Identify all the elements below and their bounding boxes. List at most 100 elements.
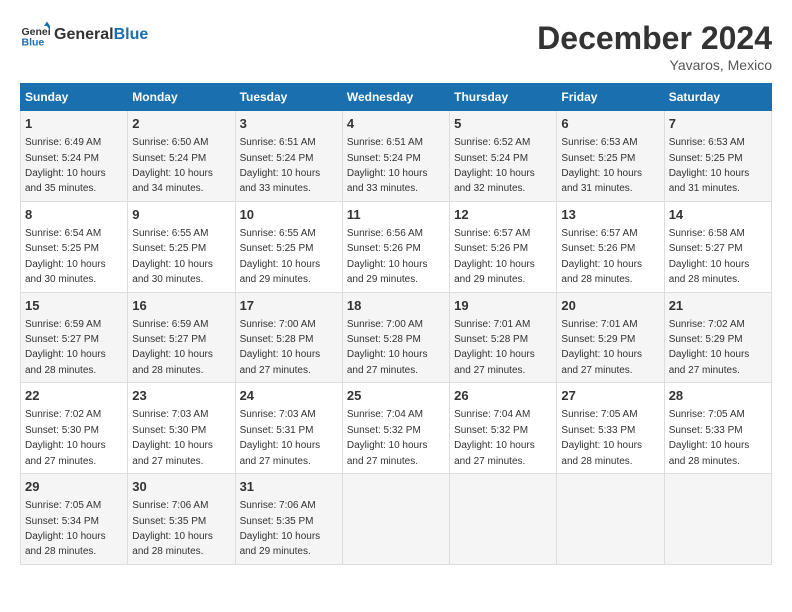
- day-cell: 13 Sunrise: 6:57 AMSunset: 5:26 PMDaylig…: [557, 201, 664, 292]
- day-cell: 23 Sunrise: 7:03 AMSunset: 5:30 PMDaylig…: [128, 383, 235, 474]
- day-info: Sunrise: 6:50 AMSunset: 5:24 PMDaylight:…: [132, 137, 213, 194]
- day-cell: 19 Sunrise: 7:01 AMSunset: 5:28 PMDaylig…: [450, 292, 557, 383]
- day-cell: 22 Sunrise: 7:02 AMSunset: 5:30 PMDaylig…: [21, 383, 128, 474]
- day-info: Sunrise: 7:03 AMSunset: 5:30 PMDaylight:…: [132, 409, 213, 466]
- day-cell: [664, 474, 771, 565]
- day-number: 30: [132, 478, 230, 496]
- week-row-5: 29 Sunrise: 7:05 AMSunset: 5:34 PMDaylig…: [21, 474, 772, 565]
- day-cell: 24 Sunrise: 7:03 AMSunset: 5:31 PMDaylig…: [235, 383, 342, 474]
- day-cell: [557, 474, 664, 565]
- svg-text:Blue: Blue: [22, 37, 45, 49]
- day-info: Sunrise: 6:55 AMSunset: 5:25 PMDaylight:…: [240, 228, 321, 285]
- day-number: 26: [454, 387, 552, 405]
- logo: General Blue GeneralBlue: [20, 20, 148, 50]
- day-number: 14: [669, 206, 767, 224]
- week-row-3: 15 Sunrise: 6:59 AMSunset: 5:27 PMDaylig…: [21, 292, 772, 383]
- day-cell: 17 Sunrise: 7:00 AMSunset: 5:28 PMDaylig…: [235, 292, 342, 383]
- day-cell: 1 Sunrise: 6:49 AMSunset: 5:24 PMDayligh…: [21, 111, 128, 202]
- day-info: Sunrise: 7:04 AMSunset: 5:32 PMDaylight:…: [454, 409, 535, 466]
- day-cell: 20 Sunrise: 7:01 AMSunset: 5:29 PMDaylig…: [557, 292, 664, 383]
- day-cell: [342, 474, 449, 565]
- day-info: Sunrise: 7:05 AMSunset: 5:33 PMDaylight:…: [669, 409, 750, 466]
- header-monday: Monday: [128, 84, 235, 111]
- day-info: Sunrise: 7:05 AMSunset: 5:34 PMDaylight:…: [25, 500, 106, 557]
- day-number: 16: [132, 297, 230, 315]
- header-tuesday: Tuesday: [235, 84, 342, 111]
- header-saturday: Saturday: [664, 84, 771, 111]
- day-cell: 3 Sunrise: 6:51 AMSunset: 5:24 PMDayligh…: [235, 111, 342, 202]
- week-row-4: 22 Sunrise: 7:02 AMSunset: 5:30 PMDaylig…: [21, 383, 772, 474]
- day-number: 7: [669, 115, 767, 133]
- week-row-1: 1 Sunrise: 6:49 AMSunset: 5:24 PMDayligh…: [21, 111, 772, 202]
- day-cell: 9 Sunrise: 6:55 AMSunset: 5:25 PMDayligh…: [128, 201, 235, 292]
- day-cell: 14 Sunrise: 6:58 AMSunset: 5:27 PMDaylig…: [664, 201, 771, 292]
- day-info: Sunrise: 6:53 AMSunset: 5:25 PMDaylight:…: [669, 137, 750, 194]
- day-cell: 25 Sunrise: 7:04 AMSunset: 5:32 PMDaylig…: [342, 383, 449, 474]
- day-number: 1: [25, 115, 123, 133]
- header-sunday: Sunday: [21, 84, 128, 111]
- day-info: Sunrise: 7:01 AMSunset: 5:29 PMDaylight:…: [561, 319, 642, 376]
- day-cell: 5 Sunrise: 6:52 AMSunset: 5:24 PMDayligh…: [450, 111, 557, 202]
- day-cell: 18 Sunrise: 7:00 AMSunset: 5:28 PMDaylig…: [342, 292, 449, 383]
- day-info: Sunrise: 6:57 AMSunset: 5:26 PMDaylight:…: [454, 228, 535, 285]
- day-info: Sunrise: 6:51 AMSunset: 5:24 PMDaylight:…: [240, 137, 321, 194]
- day-number: 10: [240, 206, 338, 224]
- day-cell: 11 Sunrise: 6:56 AMSunset: 5:26 PMDaylig…: [342, 201, 449, 292]
- day-info: Sunrise: 7:06 AMSunset: 5:35 PMDaylight:…: [132, 500, 213, 557]
- day-number: 2: [132, 115, 230, 133]
- day-number: 27: [561, 387, 659, 405]
- day-number: 23: [132, 387, 230, 405]
- day-info: Sunrise: 7:02 AMSunset: 5:29 PMDaylight:…: [669, 319, 750, 376]
- day-cell: 31 Sunrise: 7:06 AMSunset: 5:35 PMDaylig…: [235, 474, 342, 565]
- day-info: Sunrise: 7:06 AMSunset: 5:35 PMDaylight:…: [240, 500, 321, 557]
- day-number: 22: [25, 387, 123, 405]
- day-cell: 8 Sunrise: 6:54 AMSunset: 5:25 PMDayligh…: [21, 201, 128, 292]
- day-number: 11: [347, 206, 445, 224]
- day-number: 20: [561, 297, 659, 315]
- day-cell: 2 Sunrise: 6:50 AMSunset: 5:24 PMDayligh…: [128, 111, 235, 202]
- day-info: Sunrise: 6:57 AMSunset: 5:26 PMDaylight:…: [561, 228, 642, 285]
- day-number: 31: [240, 478, 338, 496]
- day-number: 24: [240, 387, 338, 405]
- logo-icon: General Blue: [20, 20, 50, 50]
- day-info: Sunrise: 7:00 AMSunset: 5:28 PMDaylight:…: [240, 319, 321, 376]
- calendar-header-row: SundayMondayTuesdayWednesdayThursdayFrid…: [21, 84, 772, 111]
- day-number: 25: [347, 387, 445, 405]
- day-info: Sunrise: 6:56 AMSunset: 5:26 PMDaylight:…: [347, 228, 428, 285]
- day-cell: 21 Sunrise: 7:02 AMSunset: 5:29 PMDaylig…: [664, 292, 771, 383]
- day-number: 9: [132, 206, 230, 224]
- day-cell: 26 Sunrise: 7:04 AMSunset: 5:32 PMDaylig…: [450, 383, 557, 474]
- day-cell: 6 Sunrise: 6:53 AMSunset: 5:25 PMDayligh…: [557, 111, 664, 202]
- month-title: December 2024: [537, 20, 772, 57]
- day-info: Sunrise: 6:53 AMSunset: 5:25 PMDaylight:…: [561, 137, 642, 194]
- day-info: Sunrise: 7:00 AMSunset: 5:28 PMDaylight:…: [347, 319, 428, 376]
- day-cell: 7 Sunrise: 6:53 AMSunset: 5:25 PMDayligh…: [664, 111, 771, 202]
- day-cell: 4 Sunrise: 6:51 AMSunset: 5:24 PMDayligh…: [342, 111, 449, 202]
- day-number: 21: [669, 297, 767, 315]
- day-number: 13: [561, 206, 659, 224]
- title-block: December 2024 Yavaros, Mexico: [537, 20, 772, 73]
- day-number: 15: [25, 297, 123, 315]
- day-info: Sunrise: 6:58 AMSunset: 5:27 PMDaylight:…: [669, 228, 750, 285]
- day-cell: 15 Sunrise: 6:59 AMSunset: 5:27 PMDaylig…: [21, 292, 128, 383]
- header-friday: Friday: [557, 84, 664, 111]
- day-info: Sunrise: 7:05 AMSunset: 5:33 PMDaylight:…: [561, 409, 642, 466]
- day-cell: 16 Sunrise: 6:59 AMSunset: 5:27 PMDaylig…: [128, 292, 235, 383]
- day-cell: [450, 474, 557, 565]
- page-header: General Blue GeneralBlue December 2024 Y…: [20, 20, 772, 73]
- header-thursday: Thursday: [450, 84, 557, 111]
- day-cell: 30 Sunrise: 7:06 AMSunset: 5:35 PMDaylig…: [128, 474, 235, 565]
- day-number: 19: [454, 297, 552, 315]
- day-number: 5: [454, 115, 552, 133]
- day-info: Sunrise: 6:59 AMSunset: 5:27 PMDaylight:…: [132, 319, 213, 376]
- day-info: Sunrise: 7:03 AMSunset: 5:31 PMDaylight:…: [240, 409, 321, 466]
- day-number: 6: [561, 115, 659, 133]
- day-info: Sunrise: 6:59 AMSunset: 5:27 PMDaylight:…: [25, 319, 106, 376]
- day-number: 3: [240, 115, 338, 133]
- day-info: Sunrise: 6:54 AMSunset: 5:25 PMDaylight:…: [25, 228, 106, 285]
- day-cell: 29 Sunrise: 7:05 AMSunset: 5:34 PMDaylig…: [21, 474, 128, 565]
- day-number: 18: [347, 297, 445, 315]
- week-row-2: 8 Sunrise: 6:54 AMSunset: 5:25 PMDayligh…: [21, 201, 772, 292]
- day-cell: 28 Sunrise: 7:05 AMSunset: 5:33 PMDaylig…: [664, 383, 771, 474]
- day-info: Sunrise: 6:52 AMSunset: 5:24 PMDaylight:…: [454, 137, 535, 194]
